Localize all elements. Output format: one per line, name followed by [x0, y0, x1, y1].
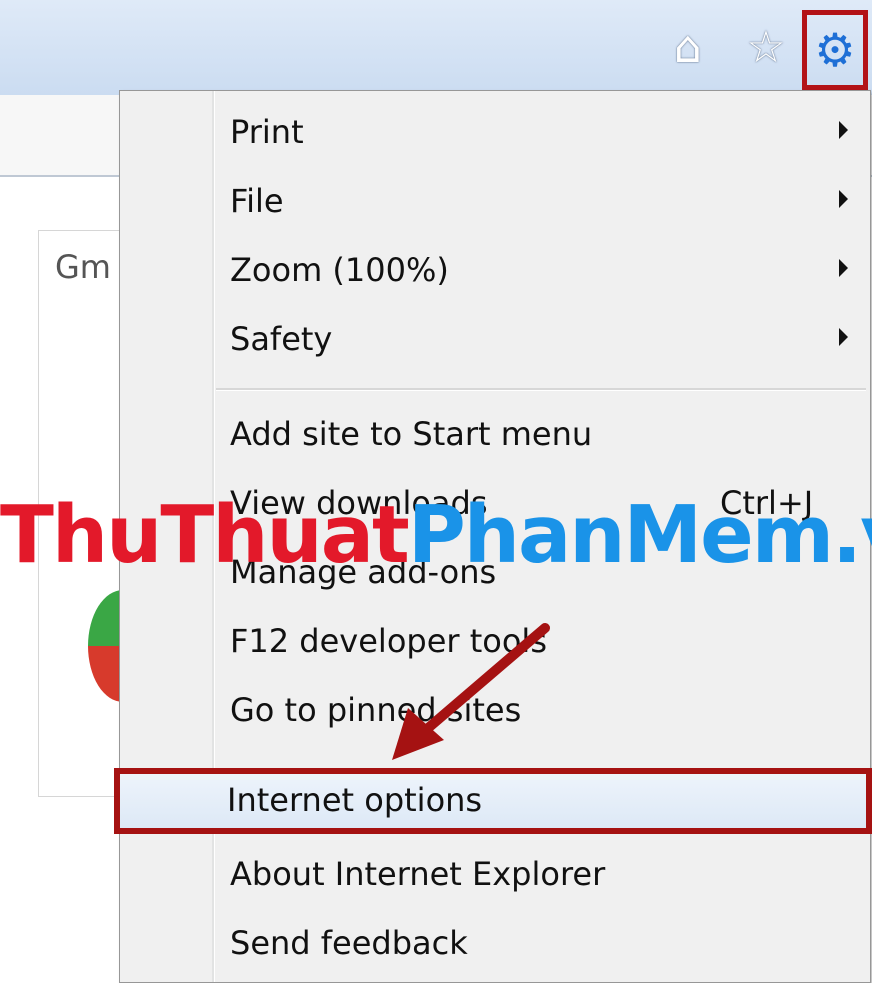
- watermark-part2: PhanMem.vn: [407, 489, 872, 581]
- menu-item-label: About Internet Explorer: [230, 855, 606, 893]
- menu-item-file[interactable]: File: [120, 172, 870, 232]
- menu-item-label: Print: [230, 113, 304, 151]
- menu-item-f12-developer-tools[interactable]: F12 developer tools: [120, 612, 870, 672]
- menu-item-about-internet-explorer[interactable]: About Internet Explorer: [120, 845, 870, 905]
- menu-item-label: Send feedback: [230, 924, 468, 962]
- submenu-arrow-icon: [839, 190, 848, 208]
- menu-item-add-site-to-start-menu[interactable]: Add site to Start menu: [120, 405, 870, 465]
- submenu-arrow-icon: [839, 328, 848, 346]
- menu-item-internet-options[interactable]: Internet options: [114, 768, 872, 834]
- menu-item-label: Add site to Start menu: [230, 415, 593, 453]
- page-partial-text[interactable]: Gm: [55, 248, 111, 286]
- menu-item-label: Safety: [230, 320, 333, 358]
- submenu-arrow-icon: [839, 121, 848, 139]
- home-icon[interactable]: ⌂: [660, 20, 716, 76]
- menu-item-label: Internet options: [227, 781, 483, 819]
- menu-item-label: Zoom (100%): [230, 251, 449, 289]
- gear-highlight-box[interactable]: ⚙: [802, 10, 868, 90]
- menu-separator: [216, 388, 866, 391]
- menu-item-safety[interactable]: Safety: [120, 310, 870, 370]
- menu-item-go-to-pinned-sites[interactable]: Go to pinned sites: [120, 681, 870, 741]
- watermark: ThuThuatPhanMem.vn: [0, 485, 872, 585]
- menu-item-label: Go to pinned sites: [230, 691, 522, 729]
- watermark-part1: ThuThuat: [0, 489, 410, 581]
- menu-item-label: F12 developer tools: [230, 622, 547, 660]
- menu-item-label: File: [230, 182, 284, 220]
- ie-toolbar: ⌂ ☆ ⚙: [0, 0, 872, 95]
- submenu-arrow-icon: [839, 259, 848, 277]
- gear-icon[interactable]: ⚙: [814, 27, 855, 73]
- menu-item-send-feedback[interactable]: Send feedback: [120, 914, 870, 974]
- menu-item-zoom[interactable]: Zoom (100%): [120, 241, 870, 301]
- favorites-star-icon[interactable]: ☆: [738, 20, 794, 76]
- menu-item-print[interactable]: Print: [120, 103, 870, 163]
